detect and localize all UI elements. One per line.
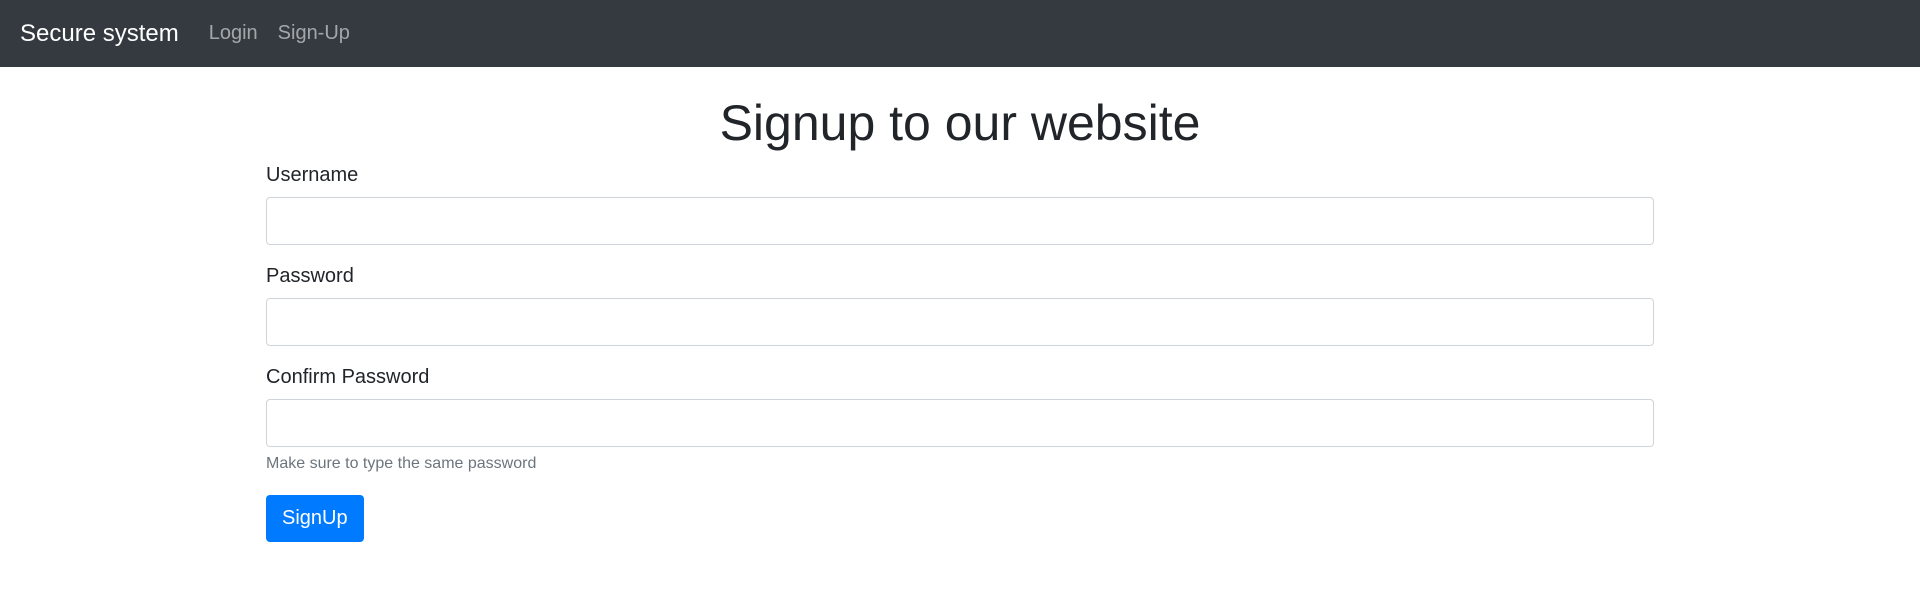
- signup-form: Username Password Confirm Password Make …: [266, 164, 1654, 542]
- nav-link-signup[interactable]: Sign-Up: [278, 22, 350, 45]
- username-label: Username: [266, 163, 359, 186]
- page-title: Signup to our website: [719, 95, 1201, 151]
- confirm-password-input[interactable]: [266, 398, 1654, 447]
- password-input[interactable]: [266, 297, 1654, 346]
- nav-link-login[interactable]: Login: [209, 22, 258, 45]
- username-input[interactable]: [266, 196, 1654, 245]
- confirm-password-help: Make sure to type the same password: [266, 454, 537, 472]
- navbar-brand[interactable]: Secure system: [20, 20, 179, 48]
- main-container: Signup to our website Username Password …: [266, 67, 1654, 542]
- password-group: Password: [266, 265, 1654, 346]
- username-group: Username: [266, 164, 1654, 245]
- navbar: Secure system Login Sign-Up: [0, 0, 1920, 67]
- password-label: Password: [266, 264, 354, 287]
- confirm-password-group: Confirm Password Make sure to type the s…: [266, 366, 1654, 473]
- signup-button[interactable]: SignUp: [266, 494, 364, 542]
- confirm-password-label: Confirm Password: [266, 365, 430, 388]
